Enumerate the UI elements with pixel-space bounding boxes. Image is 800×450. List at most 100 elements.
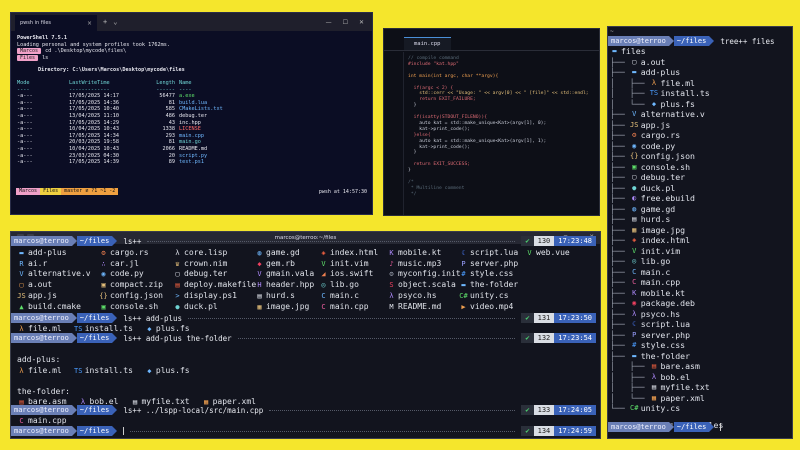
tree-branch: ├── [610,214,630,224]
prompt-line: marcos@terroo ~/files ls++ ../lspp-local/s… [11,405,596,415]
ps-mode: -a--- [17,132,33,139]
ps-version: PowerShell 7.5.1 [17,35,67,41]
file-type-icon: ▣ [632,162,637,171]
history-number: 134 [533,426,555,436]
tree-branch: │ ├── [610,371,650,382]
file-type-icon: ◉ [632,299,637,307]
ps-output: PowerShell 7.5.1 Loading personal and sy… [11,31,372,170]
prompt-right-status: ✔ 132 17:23:54 [521,333,596,343]
file-type-icon: ▤ [651,383,657,391]
file-entry: Cmain.cpp [17,416,66,425]
file-type-icon: JS [630,120,639,129]
folder-icon: ▬ [612,47,617,55]
tree-entry-name: file.ml [660,77,695,88]
tree-entry-name: init.vim [640,245,681,256]
minimize-icon[interactable]: — [326,19,332,26]
prompt-separator-icon [112,236,118,246]
tree-entry-name: game.gd [640,203,676,214]
file-name: psyco.hs [398,290,437,300]
file-entry: Vweb.vue [525,248,569,259]
file-entry: ♪ music.mp3 [387,259,461,270]
ps-date: 17/05/2025 [69,132,101,139]
file-entry: Vinit.vim [319,259,378,270]
ps-date: 17/05/2025 [69,119,101,126]
prompt-dir: ~/files [76,313,113,323]
code-editor-window: main.cpp // compile command #include "kat… [383,28,600,216]
tree-branch: ├── [610,161,630,172]
ls-column: ☾ script.lua Pserver.php # style.css ▬ the-fol… [459,248,518,312]
file-type-icon: ◉ [101,270,106,279]
text-cursor[interactable] [123,427,125,435]
ps-time: 14:17 [103,93,119,100]
file-name: mobile.kt [398,248,442,257]
ps-tab[interactable]: pwsh in files × [15,15,97,31]
ps-tab-title: pwsh in files [20,20,51,26]
text-cursor[interactable] [720,423,722,431]
tree-entry: ├── ▢ a.out [610,57,792,68]
tree-entry-name: free.ebuild [640,193,695,203]
maximize-icon[interactable]: ☐ [343,19,348,26]
ls-output-line: λ file.ml TS install.ts ◆ plus.fs [17,366,202,375]
ps-table: -a--- 17/05/2025 14:17 56477 a.exe -a--- 17/0… [17,93,366,166]
file-type-icon: ▦ [257,302,262,311]
ps-filename: LICENSE [179,126,201,133]
file-entry: ▢ debug.ter [173,269,256,280]
file-entry: ◆ plus.fs [145,324,189,333]
editor-tab-main-cpp[interactable]: main.cpp [404,37,451,50]
history-number: 132 [533,333,555,343]
ps-mode: -a--- [17,112,33,119]
ps-table-row: -a--- 17/05/2025 10:40 585 CMakeLists.txt [17,106,366,113]
close-tab-icon[interactable]: × [87,20,92,27]
file-type-icon: # [632,341,637,349]
close-window-icon[interactable]: ✕ [359,19,364,26]
tree-entry-name: config.json [640,151,695,161]
ps-length: 43 [168,119,175,126]
file-type-icon: ▣ [101,281,106,290]
tree-entry-name: code.py [640,140,676,151]
file-name: index.html [330,248,379,257]
ps-status-git: master ≢ ?1 ~1 -2 [61,188,119,195]
editor-code[interactable]: // compile command #include "kat.hpp" int … [408,56,595,198]
tree-entry: ├── Kmobile.kt [610,288,792,299]
file-type-icon: C# [459,291,468,300]
tree-entry-name: script.lua [640,319,691,329]
file-entry: λ file.ml [17,324,61,333]
tree-entry: ├── Vinit.vim [610,246,792,257]
file-type-icon: ◈ [632,236,637,244]
file-type-icon: TS [74,366,83,375]
tree-entry-name: alternative.v [640,109,705,119]
new-tab-icon[interactable]: + [103,18,107,26]
file-name: ai.r [28,258,48,268]
file-entry: ◆ plus.fs [145,366,189,375]
file-type-icon: ◎ [632,257,637,265]
file-name: file.ml [28,366,62,375]
file-entry: TS install.ts [74,366,133,375]
file-type-icon: ◆ [147,324,152,333]
editor-tabs: main.cpp [384,29,599,51]
file-name: build.cmake [28,301,81,311]
file-name: duck.pl [184,301,218,311]
file-name: install.ts [84,366,133,375]
tree-entry: ├── ▢ debug.ter [610,172,792,183]
ps-prompt-cmd: cd .\Desktop\mycode\files\ [45,48,127,55]
tree-entry-name: console.sh [640,161,691,172]
tree-entry-name: image.jpg [640,224,686,235]
file-type-icon: K [389,249,394,257]
file-entry: > display.ps1 [173,291,256,302]
ps-mode: -a--- [17,139,33,146]
file-type-icon: λ [632,309,637,318]
tree-entry-name: paper.xml [660,392,705,403]
history-number: 133 [533,405,555,415]
file-type-icon: C [632,278,637,286]
tree-branch: │ ├── [610,88,650,98]
file-name: game.gd [266,248,300,257]
ps-mode: -a--- [17,126,33,133]
tree-entry-name: package.deb [640,298,695,308]
ps-prompt-1: Marcos cd .\Desktop\mycode\files\ [17,48,366,55]
tree-entry-name: plus.fs [660,98,695,109]
file-type-icon: R [19,259,24,268]
prompt-dir: ~/files [76,236,113,246]
chevron-down-icon[interactable]: ⌄ [113,18,117,26]
file-type-icon: # [461,270,466,279]
file-type-icon: ▢ [19,281,24,290]
